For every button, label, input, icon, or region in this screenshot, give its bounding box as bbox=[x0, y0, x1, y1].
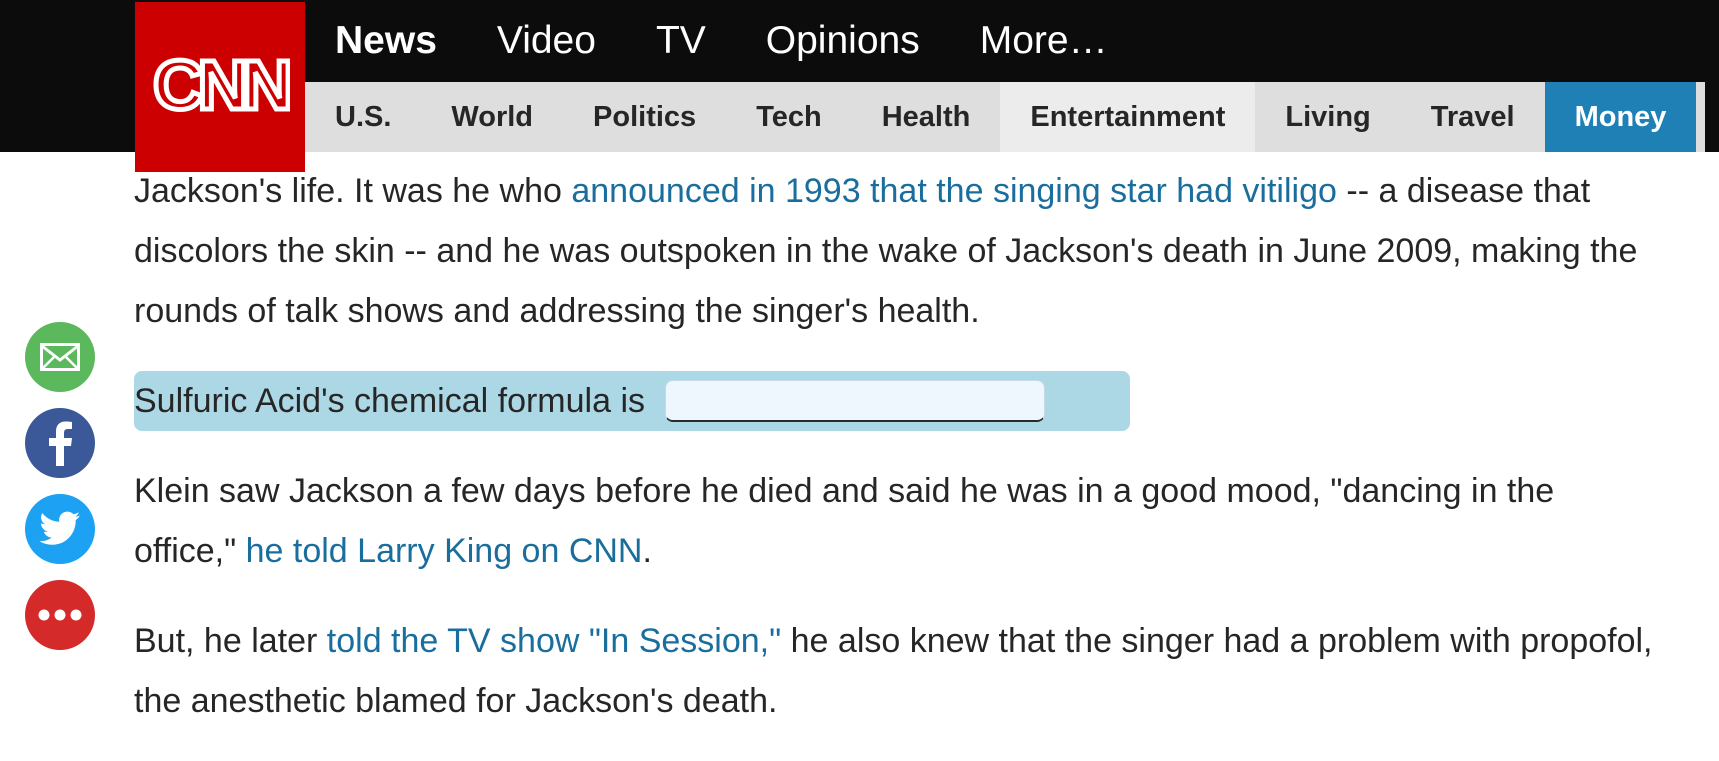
svg-text:CNN: CNN bbox=[153, 47, 288, 124]
more-dots-icon bbox=[38, 609, 82, 621]
article-paragraph: Jackson's life. It was he who announced … bbox=[134, 161, 1654, 341]
nav-more[interactable]: More… bbox=[980, 19, 1108, 63]
quiz-answer-input[interactable] bbox=[665, 380, 1045, 422]
paragraph-text: . bbox=[642, 532, 652, 570]
article-paragraph: But, he later told the TV show "In Sessi… bbox=[134, 611, 1654, 731]
section-travel[interactable]: Travel bbox=[1401, 82, 1545, 152]
envelope-icon bbox=[40, 343, 80, 371]
twitter-icon bbox=[39, 511, 80, 545]
article-paragraph: Klein saw Jackson a few days before he d… bbox=[134, 461, 1654, 581]
paragraph-text: But, he later bbox=[134, 622, 327, 660]
section-nav: U.S. World Politics Tech Health Entertai… bbox=[305, 82, 1705, 152]
facebook-icon bbox=[49, 421, 72, 466]
share-email-button[interactable] bbox=[25, 322, 95, 392]
quiz-question-label: Sulfuric Acid's chemical formula is bbox=[134, 381, 645, 420]
cnn-logo-mark: CNN bbox=[151, 47, 290, 127]
share-facebook-button[interactable] bbox=[25, 408, 95, 478]
vitiligo-link[interactable]: announced in 1993 that the singing star … bbox=[571, 172, 1337, 210]
nav-tv[interactable]: TV bbox=[656, 19, 706, 63]
section-health[interactable]: Health bbox=[852, 82, 1001, 152]
section-living[interactable]: Living bbox=[1255, 82, 1400, 152]
section-us[interactable]: U.S. bbox=[305, 82, 421, 152]
larry-king-link[interactable]: he told Larry King on CNN bbox=[246, 532, 643, 570]
share-twitter-button[interactable] bbox=[25, 494, 95, 564]
nav-opinions[interactable]: Opinions bbox=[766, 19, 920, 63]
section-money[interactable]: Money bbox=[1544, 82, 1697, 152]
cnn-logo[interactable]: CNN bbox=[135, 2, 305, 172]
section-politics[interactable]: Politics bbox=[563, 82, 726, 152]
nav-video[interactable]: Video bbox=[497, 19, 596, 63]
main-nav: News Video TV Opinions More… bbox=[305, 0, 1138, 82]
quiz-question-box: Sulfuric Acid's chemical formula is bbox=[134, 371, 1130, 431]
share-more-button[interactable] bbox=[25, 580, 95, 650]
paragraph-text: Jackson's life. It was he who bbox=[134, 172, 572, 210]
section-entertainment[interactable]: Entertainment bbox=[1000, 82, 1256, 152]
nav-news[interactable]: News bbox=[335, 19, 437, 63]
in-session-link[interactable]: told the TV show "In Session," bbox=[327, 622, 781, 660]
section-world[interactable]: World bbox=[421, 82, 563, 152]
top-navigation-bar: CNN News Video TV Opinions More… U.S. Wo… bbox=[0, 0, 1719, 172]
section-tech[interactable]: Tech bbox=[726, 82, 852, 152]
